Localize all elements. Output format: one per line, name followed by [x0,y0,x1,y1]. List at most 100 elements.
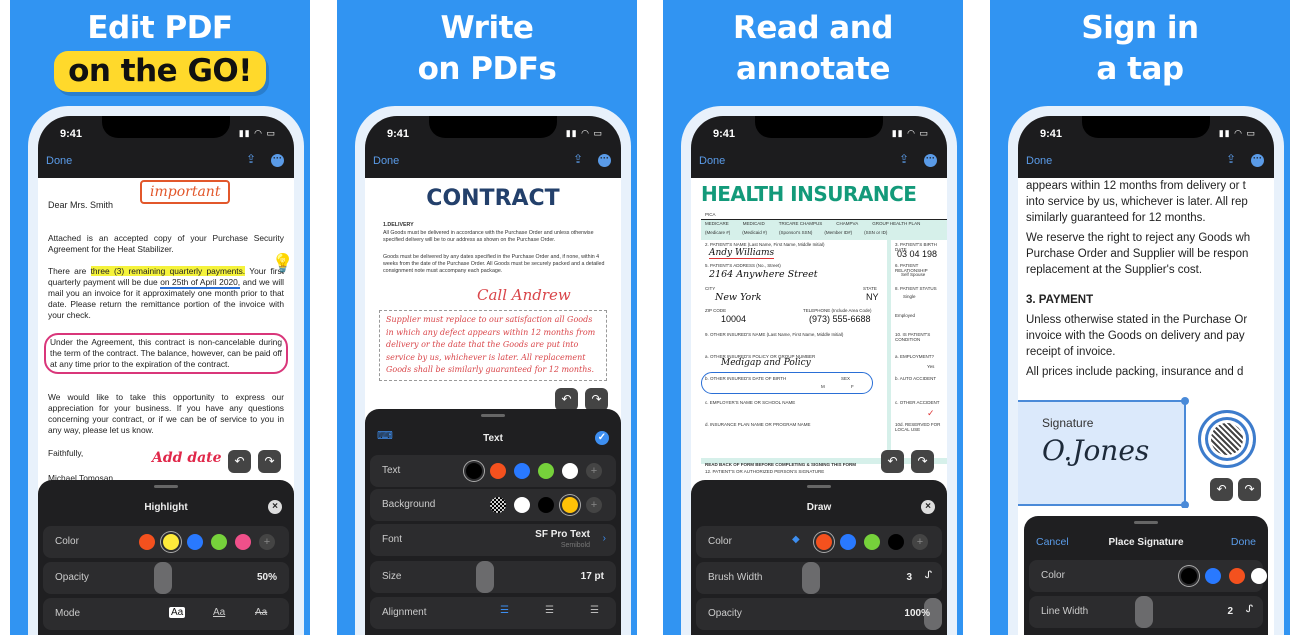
highlighted-text: three (3) remaining quarterly payments. [90,266,246,276]
color-swatch-pink[interactable] [235,534,251,550]
check-icon[interactable]: ✓ [595,431,609,445]
line-width-slider[interactable]: Line Width 2 ᔑ [1029,596,1263,628]
color-swatch-white[interactable] [562,463,578,479]
state[interactable]: NY [866,292,879,302]
color-swatch-black[interactable] [888,534,904,550]
sheet-title: Highlight [144,502,188,513]
done-button[interactable]: Done [699,155,725,167]
done-button[interactable]: Done [373,155,399,167]
align-center-icon[interactable]: ☰ [545,605,554,616]
share-icon[interactable]: ⇪ [899,152,909,166]
redo-button[interactable]: ↷ [911,450,934,473]
redo-button[interactable]: ↷ [1238,478,1261,501]
mode-highlight[interactable]: Aa [169,607,186,618]
birth-date[interactable]: 03 04 198 [897,249,937,259]
close-icon[interactable]: × [921,500,935,514]
undo-button[interactable]: ↶ [1210,478,1233,501]
more-icon[interactable]: ··· [598,154,611,167]
color-swatch-black[interactable] [538,497,554,513]
color-swatch-blue[interactable] [1205,568,1221,584]
share-icon[interactable]: ⇪ [1226,152,1236,166]
patient-address[interactable]: 2164 Anywhere Street [709,269,818,280]
patient-name[interactable]: Andy Williams [709,248,775,259]
headline: Read and annotate [733,10,893,87]
panel-sign: Sign in a tap 9:41 ▮▮ ◠ ▭ Done ⇪ ··· appears… [990,0,1290,635]
place-signature-sheet: Cancel Place Signature Done Color Line W… [1024,516,1268,635]
align-left-icon[interactable]: ☰ [500,605,509,616]
city[interactable]: New York [715,292,762,303]
paragraph: There are three (3) remaining quarterly … [48,266,284,320]
nav-bar: 9:41 ▮▮ ◠ ▭ Done ⇪ ··· [1018,116,1274,178]
redo-button[interactable]: ↷ [258,450,281,473]
eraser-icon[interactable]: ◆ [792,534,800,545]
font-row[interactable]: Font SF Pro Text Semibold › [370,524,616,556]
add-color-button[interactable]: + [912,534,928,550]
mode-strikethrough[interactable]: Aa [255,607,267,618]
redo-button[interactable]: ↷ [585,388,608,411]
add-color-button[interactable]: + [259,534,275,550]
color-swatch-transparent[interactable] [490,497,506,513]
headline-badge: on the GO! [54,51,266,92]
color-swatch-green[interactable] [864,534,880,550]
add-color-button[interactable]: + [586,497,602,513]
text-sheet: ⌨ Text ✓ Text + Background + Font SF Pro T… [365,409,621,635]
alignment-row: Alignment ☰ ☰ ☰ [370,597,616,629]
highlight-sheet: Highlight × Color + Opacity 50% Mode Aa Aa A… [38,480,294,635]
share-icon[interactable]: ⇪ [573,152,583,166]
color-swatch-red[interactable] [1229,568,1245,584]
background-color-row: Background + [370,489,616,521]
handwritten-text-box[interactable]: Supplier must replace to our satisfactio… [379,310,607,381]
color-swatch-red[interactable] [139,534,155,550]
color-swatch-black[interactable] [466,463,482,479]
color-swatch-blue[interactable] [514,463,530,479]
brush-stroke-icon: ᔑ [1245,604,1253,615]
undo-button[interactable]: ↶ [228,450,251,473]
resize-handle[interactable] [1181,397,1189,405]
stamp-icon[interactable] [1198,410,1256,468]
color-swatch-white[interactable] [1251,568,1267,584]
opacity-slider[interactable]: Opacity 100% [696,598,942,630]
phone: 9:41 ▮▮ ◠ ▭ Done ⇪ ··· CONTRACT 1.DELIVERY … [355,106,631,635]
opacity-slider[interactable]: Opacity 50% [43,562,289,594]
align-right-icon[interactable]: ☰ [590,605,599,616]
more-icon[interactable]: ··· [271,154,284,167]
color-swatch-black[interactable] [1181,568,1197,584]
size-slider[interactable]: Size 17 pt [370,561,616,593]
undo-button[interactable]: ↶ [555,388,578,411]
resize-handle[interactable] [1181,501,1189,508]
color-swatch-yellow[interactable] [163,534,179,550]
color-swatch-blue[interactable] [187,534,203,550]
done-button[interactable]: Done [1026,155,1052,167]
color-swatch-blue[interactable] [840,534,856,550]
color-swatch-red[interactable] [490,463,506,479]
done-button[interactable]: Done [46,155,72,167]
close-icon[interactable]: × [268,500,282,514]
brush-width-slider[interactable]: Brush Width 3 ᔑ [696,562,942,594]
note-important[interactable]: important [140,180,231,204]
zip-code[interactable]: 10004 [721,314,746,324]
phone-screen: 9:41 ▮▮ ◠ ▭ Done ⇪ ··· Dear Mrs. Smith impo… [38,116,294,635]
done-button[interactable]: Done [1231,536,1256,548]
color-swatch-green[interactable] [538,463,554,479]
more-icon[interactable]: ··· [924,154,937,167]
section-heading: 3. PAYMENT [1026,294,1094,306]
chevron-right-icon: › [602,533,606,544]
policy-number[interactable]: Medigap and Policy [721,358,811,368]
more-icon[interactable]: ··· [1251,154,1264,167]
share-icon[interactable]: ⇪ [246,152,256,166]
undo-button[interactable]: ↶ [881,450,904,473]
color-swatch-green[interactable] [211,534,227,550]
mode-underline[interactable]: Aa [213,607,225,618]
document: appears within 12 months from delivery o… [1018,178,1274,508]
color-row: Color + [43,526,289,558]
add-color-button[interactable]: + [586,463,602,479]
color-swatch-yellow[interactable] [562,497,578,513]
mode-row: Mode Aa Aa Aa [43,598,289,630]
telephone[interactable]: (973) 555-6688 [809,314,871,324]
note-add-date[interactable]: Add date [152,450,222,466]
color-swatch-red[interactable] [816,534,832,550]
color-swatch-white[interactable] [514,497,530,513]
signature-box[interactable]: Signature O.Jones [1018,397,1189,508]
handwritten-note[interactable]: Call Andrew [477,286,571,304]
phone: 9:41 ▮▮ ◠ ▭ Done ⇪ ··· appears within 12 mo… [1008,106,1284,635]
